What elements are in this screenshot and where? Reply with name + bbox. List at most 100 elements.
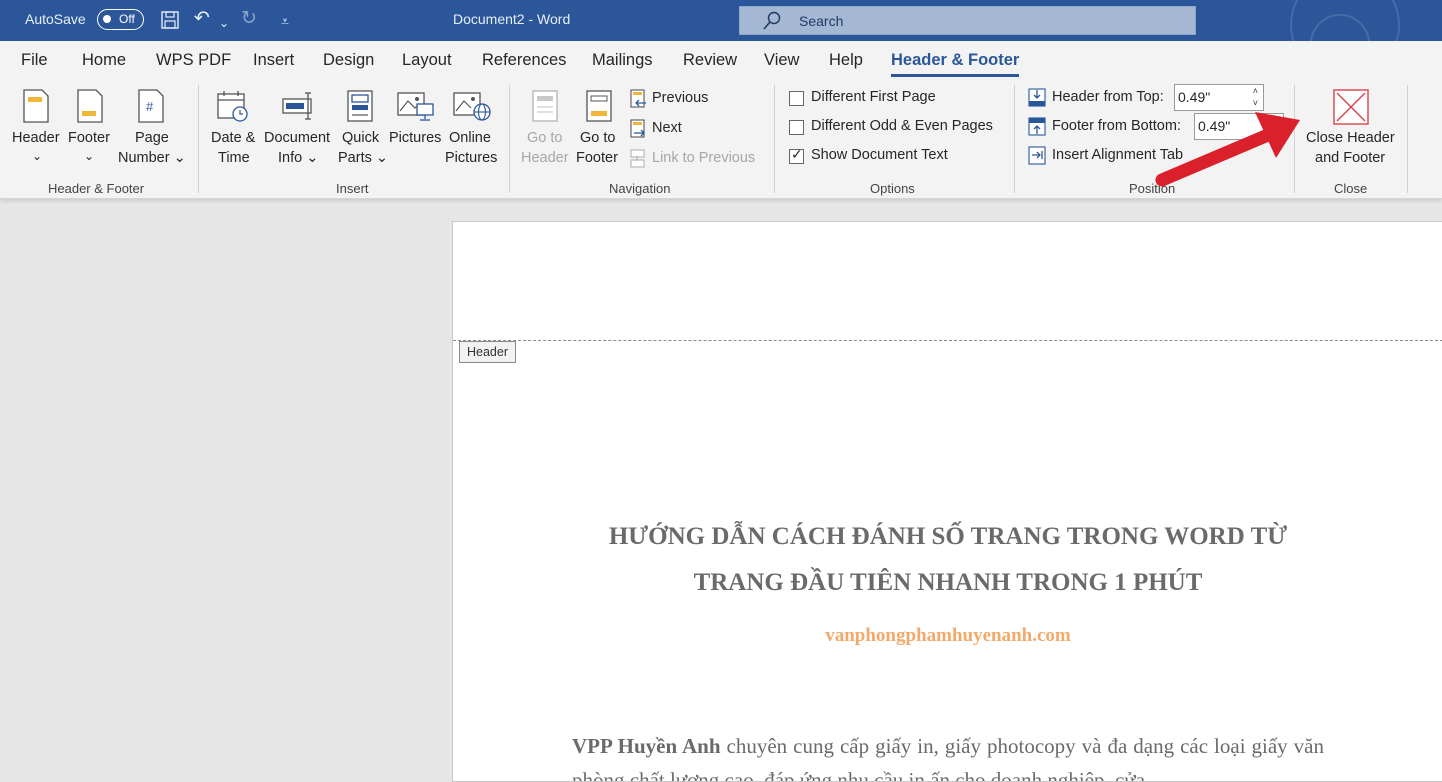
pictures-icon	[397, 92, 434, 121]
checkbox-box-checked: ✓	[789, 146, 804, 164]
tab-design[interactable]: Design	[323, 51, 374, 70]
tab-help[interactable]: Help	[829, 51, 863, 70]
header-from-top-input[interactable]: 0.49" ˄ ˅	[1174, 84, 1264, 111]
redo-icon[interactable]: ↻	[241, 8, 257, 30]
heading-line-1: HƯỚNG DẪN CÁCH ĐÁNH SỐ TRANG TRONG WORD …	[608, 523, 1288, 550]
next-button[interactable]: Next	[630, 119, 690, 141]
footer-icon	[77, 89, 103, 123]
quick-parts-button[interactable]: Quick Parts ⌄	[336, 85, 388, 179]
group-label-insert: Insert	[336, 181, 369, 196]
group-separator	[1014, 85, 1015, 193]
header-icon	[23, 89, 49, 123]
go-to-header-button[interactable]: Go to Header	[518, 85, 572, 179]
tab-mailings[interactable]: Mailings	[592, 51, 653, 70]
group-separator	[1407, 85, 1408, 193]
different-first-page-checkbox[interactable]: Different First Page	[789, 89, 949, 109]
previous-button[interactable]: Previous	[630, 89, 720, 111]
previous-icon	[630, 89, 646, 108]
group-label-position: Position	[1129, 181, 1176, 196]
tab-wps-pdf[interactable]: WPS PDF	[156, 51, 231, 70]
next-label: Next	[652, 120, 682, 136]
tab-review[interactable]: Review	[683, 51, 737, 70]
save-icon[interactable]	[160, 10, 180, 30]
insert-alignment-tab-label: Insert Alignment Tab	[1052, 147, 1184, 163]
page-number-button[interactable]: # Page Number ⌄	[116, 85, 188, 179]
title-bar: AutoSave Off ↶ ⌄ ↻ ⩡ Document2 - Word Se…	[0, 0, 1442, 41]
search-icon	[763, 11, 781, 30]
go-to-header-icon	[532, 90, 558, 122]
close-header-footer-label-2: and Footer	[1315, 150, 1386, 166]
footer-from-bottom-input[interactable]: 0.49" ˄ ˅	[1194, 113, 1284, 140]
tab-header-footer[interactable]: Header & Footer	[891, 51, 1019, 70]
document-info-button[interactable]: Document Info ⌄	[262, 85, 334, 179]
quick-parts-label-1: Quick	[342, 130, 380, 146]
header-from-top-icon	[1028, 88, 1046, 107]
go-to-footer-icon	[586, 90, 612, 122]
tab-home[interactable]: Home	[82, 51, 126, 70]
footer-from-bottom-label: Footer from Bottom:	[1052, 118, 1181, 134]
date-time-button[interactable]: Date & Time	[206, 85, 262, 179]
footer-label: Footer	[68, 130, 110, 146]
document-info-label-2: Info ⌄	[278, 150, 319, 166]
tab-insert[interactable]: Insert	[253, 51, 294, 70]
close-icon	[1333, 89, 1369, 125]
insert-alignment-tab-button[interactable]: Insert Alignment Tab	[1028, 146, 1198, 168]
different-odd-even-checkbox[interactable]: Different Odd & Even Pages	[789, 118, 1004, 138]
page-number-label-2: Number ⌄	[118, 150, 186, 166]
active-tab-indicator	[891, 74, 1019, 77]
pictures-button[interactable]: Pictures	[388, 85, 444, 179]
footer-button[interactable]: Footer ⌄	[64, 85, 116, 179]
document-heading: HƯỚNG DẪN CÁCH ĐÁNH SỐ TRANG TRONG WORD …	[563, 514, 1333, 606]
document-info-label-1: Document	[264, 130, 331, 146]
page-number-label-1: Page	[135, 130, 169, 146]
go-to-footer-button[interactable]: Go to Footer	[572, 85, 626, 179]
group-label-header-footer: Header & Footer	[48, 181, 145, 196]
go-to-footer-label-1: Go to	[580, 130, 616, 146]
body-bold-text: VPP Huyền Anh	[572, 734, 721, 758]
calendar-clock-icon	[217, 91, 248, 122]
online-pictures-label-1: Online	[449, 130, 491, 146]
autosave-state: Off	[119, 12, 135, 26]
different-first-page-label: Different First Page	[811, 89, 936, 105]
header-from-top-control: Header from Top:	[1028, 88, 1173, 110]
alignment-tab-icon	[1028, 146, 1046, 165]
date-time-label-1: Date &	[211, 130, 256, 146]
header-boundary-line	[453, 340, 1442, 341]
header-tag: Header	[459, 341, 516, 363]
document-title: Document2 - Word	[453, 11, 571, 27]
customize-toolbar-icon[interactable]: ⩡	[281, 10, 289, 32]
tab-references[interactable]: References	[482, 51, 566, 70]
group-label-options: Options	[870, 181, 915, 196]
go-to-header-label-2: Header	[521, 150, 569, 166]
header-button[interactable]: Header ⌄	[8, 85, 64, 179]
header-dropdown-icon: ⌄	[32, 149, 43, 163]
spinner-arrows-icon[interactable]: ˄ ˅	[1253, 85, 1258, 109]
show-document-text-label: Show Document Text	[811, 147, 948, 163]
autosave-label: AutoSave	[25, 11, 86, 27]
document-page[interactable]: Header HƯỚNG DẪN CÁCH ĐÁNH SỐ TRANG TRON…	[452, 221, 1442, 782]
tab-file[interactable]: File	[21, 51, 48, 70]
search-box[interactable]: Search	[739, 6, 1196, 35]
checkbox-box	[789, 91, 804, 106]
online-pictures-button[interactable]: Online Pictures	[444, 85, 500, 179]
different-odd-even-label: Different Odd & Even Pages	[811, 118, 993, 134]
group-separator	[774, 85, 775, 193]
tab-view[interactable]: View	[764, 51, 799, 70]
checkmark-icon: ✓	[791, 146, 803, 162]
tab-layout[interactable]: Layout	[402, 51, 452, 70]
close-header-footer-label-1: Close Header	[1306, 130, 1395, 146]
quick-parts-icon	[347, 90, 373, 122]
document-info-icon	[282, 92, 312, 120]
show-document-text-checkbox[interactable]: ✓ Show Document Text	[789, 146, 959, 167]
spinner-arrows-icon[interactable]: ˄ ˅	[1273, 114, 1278, 138]
undo-dropdown-icon[interactable]: ⌄	[219, 12, 229, 34]
link-to-previous-icon	[630, 149, 645, 168]
autosave-toggle[interactable]: Off	[97, 9, 144, 30]
footer-from-bottom-control: Footer from Bottom:	[1028, 117, 1193, 139]
undo-icon[interactable]: ↶	[194, 8, 210, 30]
checkbox-box	[789, 120, 804, 135]
ribbon-tabs: File Home WPS PDF Insert Design Layout R…	[0, 41, 1442, 79]
link-to-previous-button[interactable]: Link to Previous	[630, 149, 760, 171]
close-header-footer-button[interactable]: Close Header and Footer	[1300, 85, 1400, 179]
footer-from-bottom-icon	[1028, 117, 1046, 136]
